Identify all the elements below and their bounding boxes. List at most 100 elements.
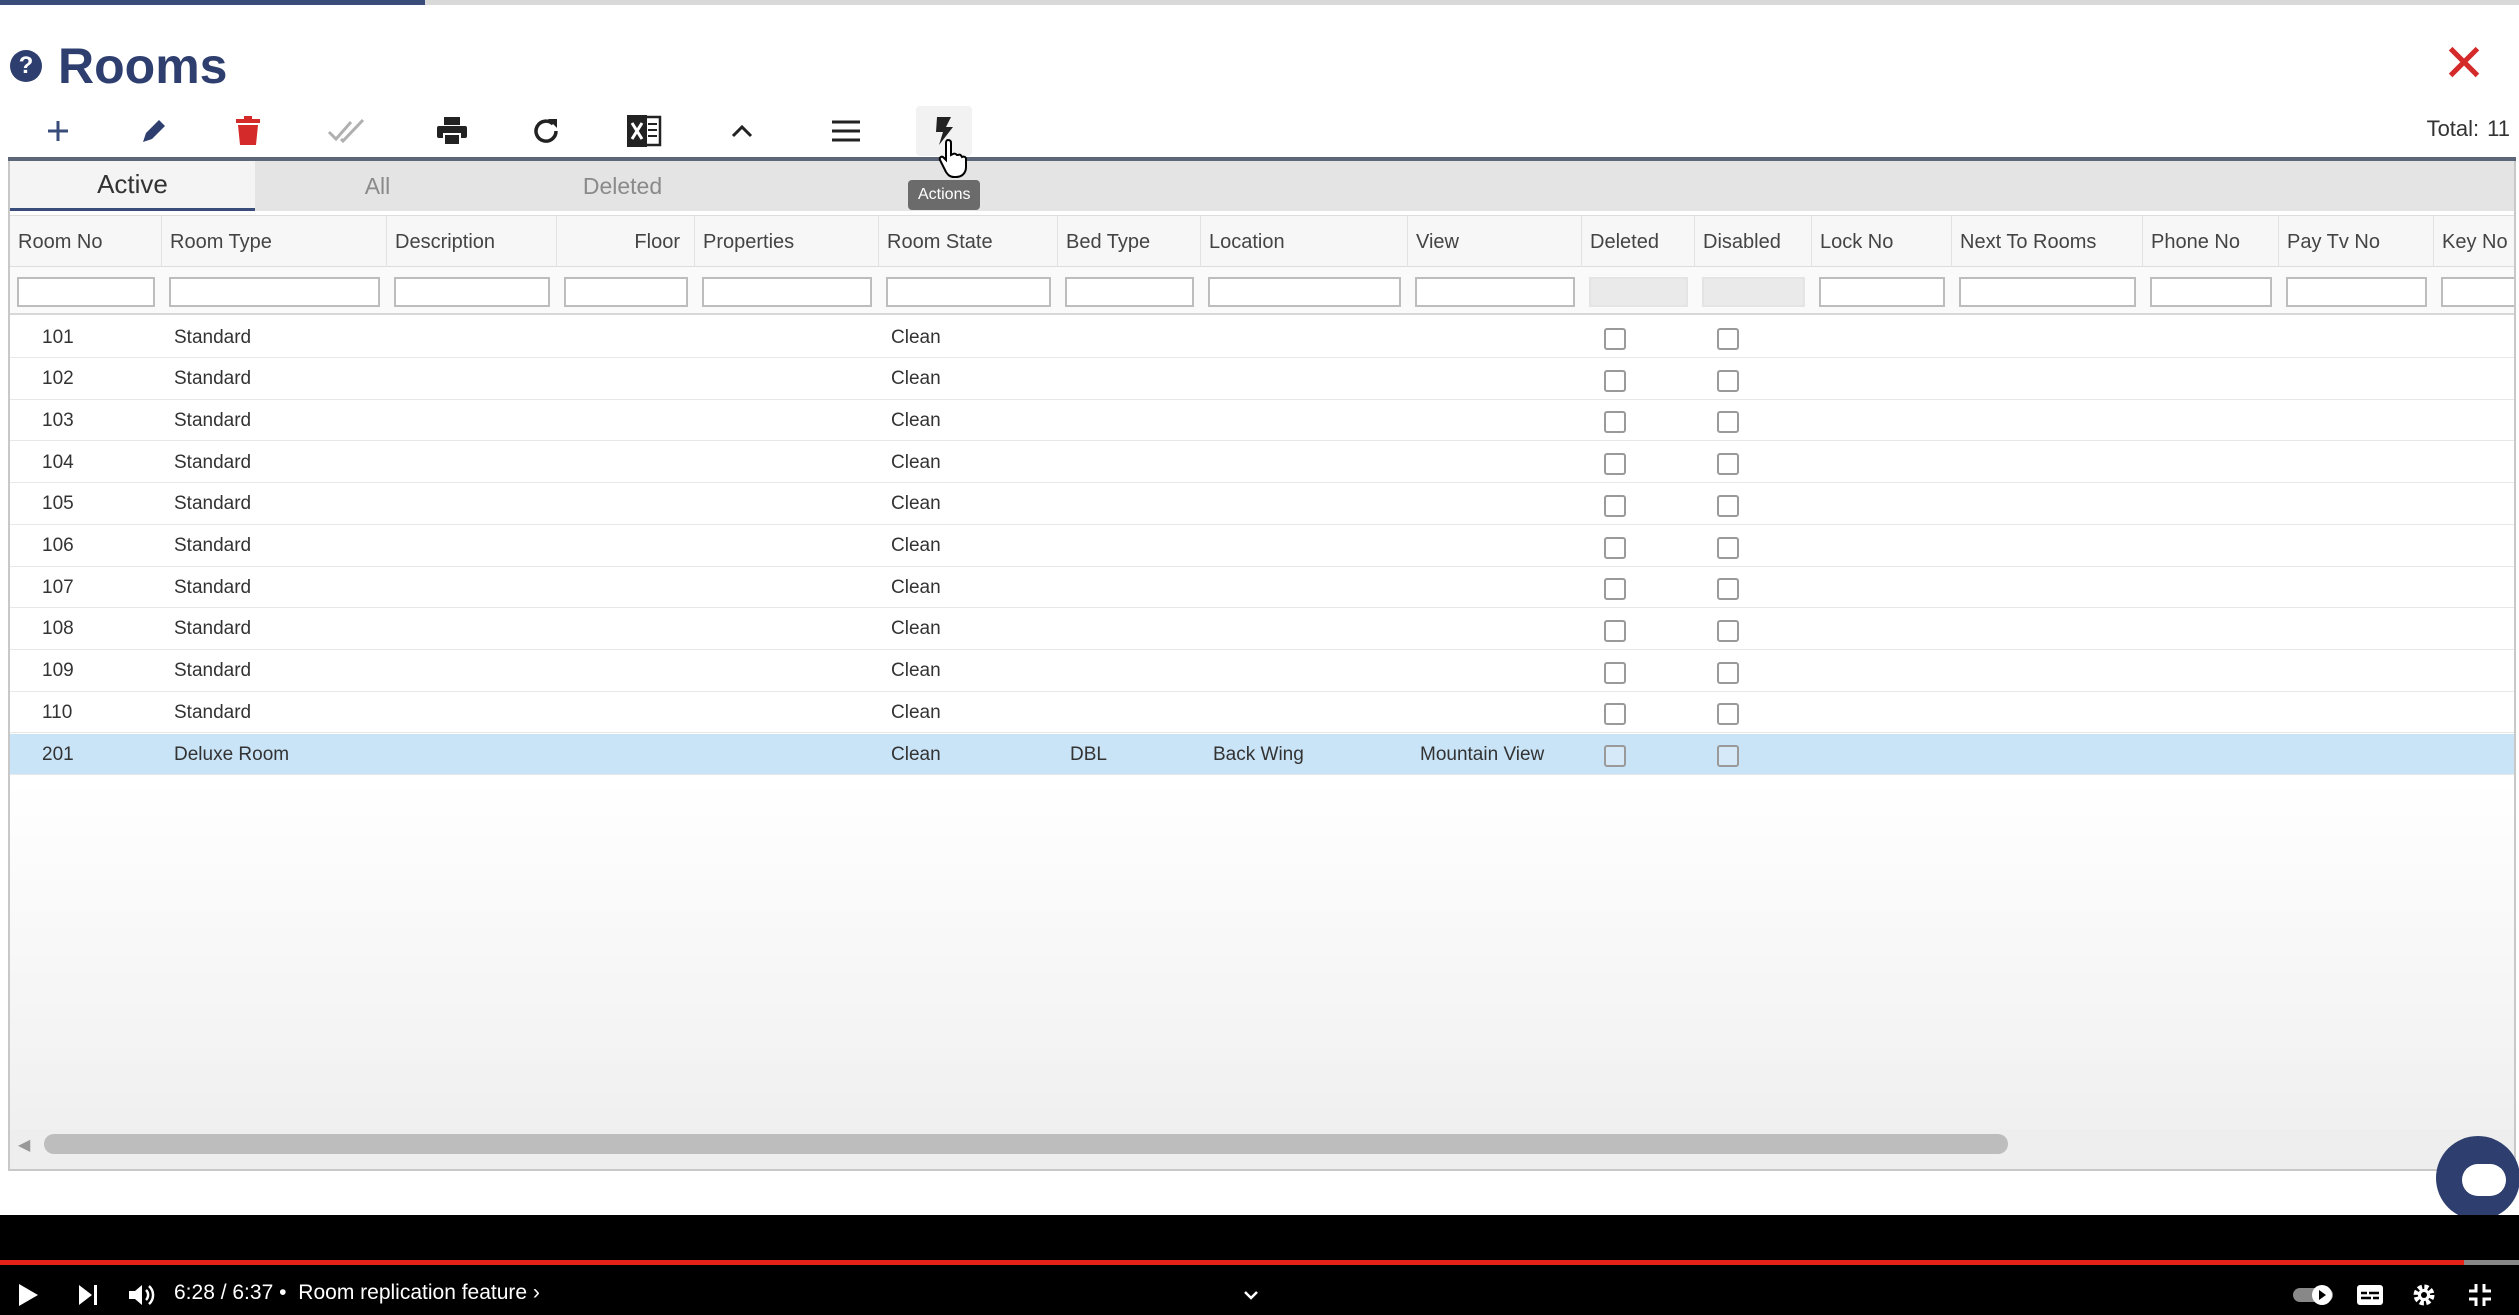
disabled-checkbox[interactable] <box>1717 453 1739 476</box>
filter-input-room-no[interactable] <box>17 277 155 307</box>
autoplay-toggle[interactable] <box>2290 1275 2338 1315</box>
filter-input-properties[interactable] <box>702 277 872 307</box>
status-tabs: Active All Deleted <box>10 161 2514 211</box>
disabled-checkbox[interactable] <box>1717 578 1739 601</box>
disabled-checkbox[interactable] <box>1717 369 1739 392</box>
volume-button[interactable] <box>124 1275 160 1315</box>
tab-all[interactable]: All <box>255 161 500 211</box>
horizontal-scrollbar[interactable]: ◀ <box>10 1129 2514 1159</box>
table-row[interactable]: 110 Standard Clean <box>10 692 2514 734</box>
deleted-checkbox[interactable] <box>1604 619 1626 642</box>
disabled-checkbox[interactable] <box>1717 494 1739 517</box>
captions-button[interactable] <box>2350 1275 2390 1315</box>
deleted-checkbox[interactable] <box>1604 328 1626 350</box>
column-header-room-type[interactable]: Room Type <box>162 216 387 268</box>
table-row[interactable]: 104 Standard Clean <box>10 442 2514 484</box>
deleted-checkbox[interactable] <box>1604 411 1626 434</box>
column-header-pay-tv-no[interactable]: Pay Tv No <box>2279 216 2434 268</box>
chapter-title[interactable]: Room replication feature › <box>298 1281 540 1304</box>
close-icon[interactable]: ✕ <box>2440 38 2488 90</box>
deleted-checkbox[interactable] <box>1604 369 1626 392</box>
deleted-checkbox[interactable] <box>1604 494 1626 517</box>
table-row[interactable]: 108 Standard Clean <box>10 608 2514 650</box>
column-header-room-no[interactable]: Room No <box>10 216 162 268</box>
filter-input-room-state[interactable] <box>886 277 1051 307</box>
cell-room-state: Clean <box>891 451 941 473</box>
deleted-checkbox[interactable] <box>1604 453 1626 476</box>
cell-bed-type: DBL <box>1070 743 1107 765</box>
play-button[interactable] <box>10 1275 46 1315</box>
disabled-checkbox[interactable] <box>1717 619 1739 642</box>
table-row[interactable]: 102 Standard Clean <box>10 358 2514 400</box>
video-progress-bar[interactable] <box>0 1260 2464 1265</box>
scrollbar-thumb[interactable] <box>44 1134 2008 1154</box>
column-header-floor[interactable]: Floor <box>557 216 695 268</box>
table-row[interactable]: 105 Standard Clean <box>10 483 2514 525</box>
filter-input-disabled <box>1702 277 1805 307</box>
exit-fullscreen-button[interactable] <box>2460 1275 2500 1315</box>
filter-input-key-no[interactable] <box>2441 277 2514 307</box>
add-button[interactable] <box>30 106 86 156</box>
delete-button[interactable] <box>220 106 276 156</box>
scroll-left-icon[interactable]: ◀ <box>18 1135 30 1155</box>
help-icon[interactable]: ? <box>10 50 42 82</box>
settings-button[interactable] <box>2404 1275 2444 1315</box>
volume-icon <box>129 1285 155 1305</box>
chat-widget-button[interactable] <box>2436 1136 2519 1220</box>
filter-input-floor[interactable] <box>564 277 688 307</box>
column-header-key-no[interactable]: Key No <box>2434 216 2514 268</box>
deleted-checkbox[interactable] <box>1604 745 1626 767</box>
table-row[interactable]: 109 Standard Clean <box>10 650 2514 692</box>
column-header-description[interactable]: Description <box>387 216 557 268</box>
column-header-deleted[interactable]: Deleted <box>1582 216 1695 268</box>
table-row[interactable]: 106 Standard Clean <box>10 525 2514 567</box>
column-header-next-to-rooms[interactable]: Next To Rooms <box>1952 216 2143 268</box>
filter-input-view[interactable] <box>1415 277 1575 307</box>
collapse-button[interactable] <box>714 106 770 156</box>
next-button[interactable] <box>70 1275 106 1315</box>
filter-input-pay-tv-no[interactable] <box>2286 277 2427 307</box>
column-header-phone-no[interactable]: Phone No <box>2143 216 2279 268</box>
filter-input-lock-no[interactable] <box>1819 277 1945 307</box>
gear-icon <box>2413 1284 2435 1306</box>
disabled-checkbox[interactable] <box>1717 745 1739 767</box>
disabled-checkbox[interactable] <box>1717 411 1739 434</box>
column-header-disabled[interactable]: Disabled <box>1695 216 1812 268</box>
expand-description-button[interactable] <box>1236 1275 1266 1315</box>
column-header-room-state[interactable]: Room State <box>879 216 1058 268</box>
table-row[interactable]: 201 Deluxe Room Clean DBL Back Wing Mountain … <box>10 734 2514 775</box>
column-header-view[interactable]: View <box>1408 216 1582 268</box>
table-row[interactable]: 103 Standard Clean <box>10 400 2514 442</box>
tab-active[interactable]: Active <box>10 161 255 211</box>
hamburger-icon <box>832 120 860 142</box>
export-excel-button[interactable] <box>616 106 672 156</box>
filter-input-description[interactable] <box>394 277 550 307</box>
disabled-checkbox[interactable] <box>1717 703 1739 726</box>
approve-button[interactable] <box>318 106 374 156</box>
table-row[interactable]: 107 Standard Clean <box>10 567 2514 609</box>
deleted-checkbox[interactable] <box>1604 703 1626 726</box>
filter-input-room-type[interactable] <box>169 277 380 307</box>
filter-input-next-to-rooms[interactable] <box>1959 277 2136 307</box>
column-header-bed-type[interactable]: Bed Type <box>1058 216 1201 268</box>
deleted-checkbox[interactable] <box>1604 536 1626 559</box>
columns-menu-button[interactable] <box>818 106 874 156</box>
column-header-location[interactable]: Location <box>1201 216 1408 268</box>
tab-deleted[interactable]: Deleted <box>500 161 745 211</box>
disabled-checkbox[interactable] <box>1717 536 1739 559</box>
disabled-checkbox[interactable] <box>1717 328 1739 350</box>
disabled-checkbox[interactable] <box>1717 661 1739 684</box>
column-header-properties[interactable]: Properties <box>695 216 879 268</box>
filter-input-location[interactable] <box>1208 277 1401 307</box>
edit-button[interactable] <box>126 106 182 156</box>
print-button[interactable] <box>424 106 480 156</box>
cell-room-no: 108 <box>42 618 74 640</box>
filter-input-bed-type[interactable] <box>1065 277 1194 307</box>
table-row[interactable]: 101 Standard Clean <box>10 317 2514 358</box>
refresh-button[interactable] <box>518 106 574 156</box>
filter-input-phone-no[interactable] <box>2150 277 2272 307</box>
deleted-checkbox[interactable] <box>1604 661 1626 684</box>
cell-room-state: Clean <box>891 535 941 556</box>
deleted-checkbox[interactable] <box>1604 578 1626 601</box>
column-header-lock-no[interactable]: Lock No <box>1812 216 1952 268</box>
